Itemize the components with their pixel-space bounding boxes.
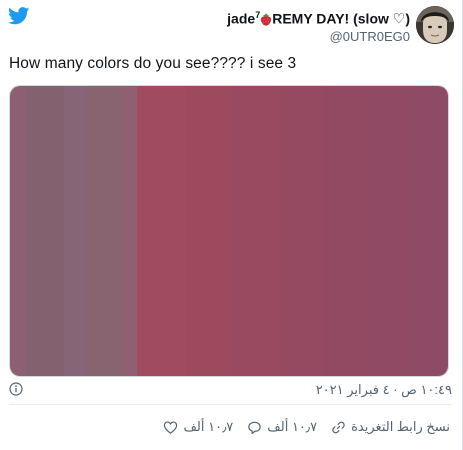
tweet-media-image[interactable] — [9, 85, 449, 377]
tweet-card: jade7 REMY DAY! (slow ♡) @0UTR0EG0 How m… — [0, 0, 463, 450]
like-count: ١٠٫٧ ألف — [183, 419, 234, 434]
color-stripe-10 — [368, 86, 412, 376]
strawberry-icon — [261, 13, 272, 26]
display-name[interactable]: jade7 REMY DAY! (slow ♡) — [227, 7, 410, 28]
avatar[interactable] — [416, 6, 454, 44]
color-stripe-7 — [230, 86, 282, 376]
heart-icon — [164, 420, 178, 434]
color-stripe-9 — [324, 86, 369, 376]
color-stripe-1 — [26, 86, 65, 376]
twitter-bird-icon[interactable] — [8, 7, 30, 25]
avatar-photo — [416, 6, 454, 44]
copy-link-button[interactable]: نسخ رابط التغريدة — [331, 419, 450, 435]
display-name-prefix: jade — [227, 10, 256, 27]
color-stripe-0 — [10, 86, 27, 376]
color-stripe-2 — [64, 86, 87, 376]
link-icon — [332, 421, 345, 433]
info-icon[interactable] — [9, 382, 23, 396]
copy-link-label: نسخ رابط التغريدة — [351, 419, 450, 434]
color-stripe-3 — [86, 86, 123, 376]
reply-button[interactable]: ١٠٫٧ ألف — [247, 419, 317, 435]
reply-count: ١٠٫٧ ألف — [267, 419, 318, 434]
like-button[interactable]: ١٠٫٧ ألف — [163, 419, 233, 435]
user-handle[interactable]: @0UTR0EG0 — [227, 28, 410, 45]
reply-bubble-icon — [248, 421, 262, 434]
color-stripe-8 — [281, 86, 325, 376]
tweet-text: How many colors do you see???? i see 3 — [9, 55, 297, 72]
display-name-rest: REMY DAY! (slow ♡) — [272, 10, 410, 27]
tweet-author[interactable]: jade7 REMY DAY! (slow ♡) @0UTR0EG0 — [227, 7, 410, 45]
divider — [9, 404, 452, 405]
color-stripe-5 — [136, 86, 188, 376]
tweet-metadata: ١٠:٤٩ ص · ٤ فبراير ٢٠٢١ — [9, 381, 452, 397]
color-stripe-4 — [122, 86, 137, 376]
tweet-timestamp[interactable]: ١٠:٤٩ ص · ٤ فبراير ٢٠٢١ — [316, 382, 452, 398]
color-stripe-6 — [187, 86, 231, 376]
tweet-actions: ١٠٫٧ ألف ١٠٫٧ ألف نسخ رابط التغريدة — [163, 418, 450, 436]
color-stripe-11 — [411, 86, 448, 376]
